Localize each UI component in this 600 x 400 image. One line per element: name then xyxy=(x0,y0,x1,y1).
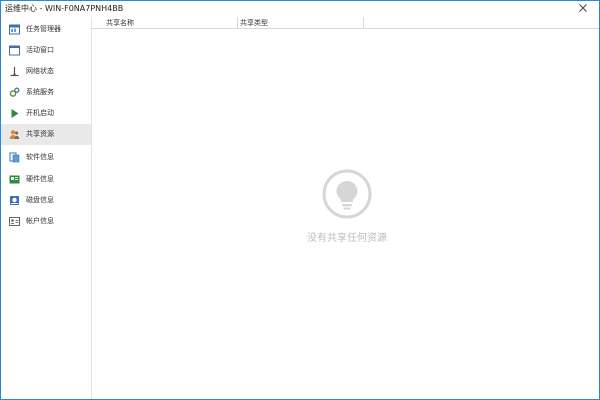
sidebar-item-disk-info[interactable]: 磁盘信息 xyxy=(1,190,91,211)
sidebar-item-label: 开机启动 xyxy=(26,109,54,117)
window-title: 运维中心 - WIN-F0NA7PNH4BB xyxy=(5,4,124,13)
sidebar-item-system-services[interactable]: 系统服务 xyxy=(1,82,91,103)
close-button[interactable] xyxy=(573,1,593,15)
task-manager-icon xyxy=(9,24,20,35)
title-bar[interactable]: 运维中心 - WIN-F0NA7PNH4BB xyxy=(1,1,599,17)
empty-message: 没有共享任何资源 xyxy=(307,233,387,244)
sidebar-item-label: 系统服务 xyxy=(26,88,54,96)
software-icon xyxy=(9,152,20,163)
main-content: 共享名称 共享类型 没有共享任何资源 xyxy=(92,17,599,399)
sidebar: 任务管理器 活动窗口 网络状态 系统服务 开机启动 共享资源 软件信息 硬件信息… xyxy=(1,17,92,399)
account-icon xyxy=(9,217,20,226)
sidebar-item-network-status[interactable]: 网络状态 xyxy=(1,61,91,82)
disk-icon xyxy=(10,196,19,205)
column-divider[interactable] xyxy=(363,17,364,29)
network-icon xyxy=(10,67,19,77)
play-icon xyxy=(11,109,19,118)
sidebar-item-software-info[interactable]: 软件信息 xyxy=(1,147,91,168)
sidebar-item-task-manager[interactable]: 任务管理器 xyxy=(1,19,91,40)
close-icon xyxy=(579,4,587,12)
table-header: 共享名称 共享类型 xyxy=(92,17,599,29)
lightbulb-icon xyxy=(322,169,372,219)
window-icon xyxy=(9,45,20,56)
gear-icon xyxy=(9,87,20,97)
sidebar-item-label: 活动窗口 xyxy=(26,46,54,54)
column-header-share-type[interactable]: 共享类型 xyxy=(237,17,357,29)
sidebar-item-account-info[interactable]: 帐户信息 xyxy=(1,211,91,232)
sidebar-item-label: 网络状态 xyxy=(26,67,54,75)
sidebar-item-startup[interactable]: 开机启动 xyxy=(1,103,91,124)
column-header-share-name[interactable]: 共享名称 xyxy=(103,17,237,29)
sidebar-item-shared-resources[interactable]: 共享资源 xyxy=(1,124,91,145)
users-icon xyxy=(9,130,20,139)
sidebar-item-label: 磁盘信息 xyxy=(26,196,54,204)
sidebar-item-label: 共享资源 xyxy=(26,130,54,138)
sidebar-item-label: 任务管理器 xyxy=(26,25,61,33)
hardware-icon xyxy=(9,175,20,184)
sidebar-item-active-windows[interactable]: 活动窗口 xyxy=(1,40,91,61)
sidebar-item-label: 硬件信息 xyxy=(26,175,54,183)
sidebar-item-hardware-info[interactable]: 硬件信息 xyxy=(1,169,91,190)
empty-state: 没有共享任何资源 xyxy=(297,169,397,249)
app-window: 运维中心 - WIN-F0NA7PNH4BB 任务管理器 活动窗口 网络状态 系… xyxy=(0,0,600,400)
sidebar-item-label: 软件信息 xyxy=(26,153,54,161)
sidebar-item-label: 帐户信息 xyxy=(26,217,54,225)
